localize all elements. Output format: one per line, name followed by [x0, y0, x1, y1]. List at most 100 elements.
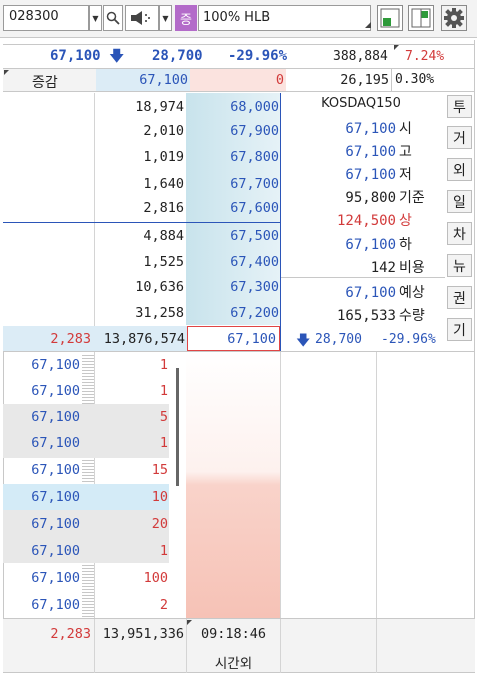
price-change: 28,700 [152, 48, 203, 64]
expected-label: 예상 [399, 285, 425, 301]
search-button[interactable] [103, 5, 123, 31]
trade-price: 67,100 [31, 543, 80, 559]
side-tab-label: 차 [453, 226, 466, 243]
info-row: 67,100 하 [290, 234, 440, 254]
open-price: 67,100 [345, 121, 396, 137]
footer-left-value: 2,283 [50, 626, 91, 642]
ask-price[interactable]: 67,400 [186, 254, 279, 270]
trade-qty: 1 [159, 543, 168, 559]
trade-price: 67,100 [31, 435, 80, 451]
trade-price: 67,100 [31, 383, 80, 399]
side-tab-label: 투 [453, 99, 466, 116]
corner-marker-icon [187, 620, 192, 625]
ask-qty: 1,019 [143, 149, 184, 165]
ask-price[interactable]: 67,700 [186, 176, 279, 192]
speaker-dropdown-button[interactable]: ▼ [159, 5, 172, 31]
trade-qty: 10 [151, 489, 168, 505]
sell-total: 67,100 [139, 72, 188, 88]
ask-price[interactable]: 67,600 [186, 200, 279, 216]
down-arrow-icon: 🡇 [296, 333, 311, 349]
side-tab-label: 권 [453, 290, 466, 307]
trade-qty: 20 [151, 516, 168, 532]
side-tab-label: 일 [453, 194, 466, 211]
margin-ratio: 100% [203, 10, 241, 25]
side-tab-label: 뉴 [453, 258, 466, 275]
current-qty: 13,876,574 [103, 331, 185, 347]
base-price: 95,800 [345, 190, 396, 206]
side-tab-rights[interactable]: 권 [447, 286, 472, 309]
info-row: 67,100 예상 [290, 282, 440, 302]
cost-value: 142 [370, 260, 396, 276]
trade-qty: 15 [151, 462, 168, 478]
side-tab-other[interactable]: 기 [447, 318, 472, 341]
stock-name-field: 100% HLB [198, 5, 371, 31]
side-tab-investor[interactable]: 투 [447, 95, 472, 118]
expected-price: 67,100 [345, 285, 396, 301]
split-layout-icon [411, 8, 431, 28]
turnover-rate: 7.24% [405, 49, 445, 64]
trade-price: 67,100 [31, 597, 80, 613]
expected-qty: 165,533 [336, 308, 396, 324]
code-dropdown-button[interactable]: ▼ [89, 5, 102, 31]
trade-price: 67,100 [31, 570, 80, 586]
ask-price[interactable]: 67,900 [186, 123, 279, 139]
layout-button-1[interactable] [377, 5, 403, 31]
down-arrow-icon: 🡇 [109, 47, 125, 65]
trade-price: 67,100 [31, 409, 80, 425]
upper-limit: 124,500 [336, 213, 396, 229]
speaker-icon [131, 11, 150, 25]
current-price: 67,100 [50, 48, 101, 64]
cost-label: 비용 [399, 260, 425, 276]
stock-code-input[interactable]: 028300 [3, 5, 89, 31]
ask-price[interactable]: 67,500 [186, 228, 279, 244]
side-tab-chart[interactable]: 차 [447, 222, 472, 245]
settings-button[interactable] [441, 5, 467, 31]
after-hours-button[interactable]: 시간외 [187, 652, 280, 672]
side-tab-daily[interactable]: 일 [447, 190, 472, 213]
ask-price[interactable]: 68,000 [186, 99, 279, 115]
low-label: 저 [399, 167, 412, 183]
footer-time: 09:18:46 [200, 626, 267, 642]
info-row: 67,100 저 [290, 164, 440, 184]
side-tab-label: 기 [453, 322, 466, 339]
trade-qty: 1 [159, 435, 168, 451]
ask-qty: 1,525 [143, 254, 184, 270]
row2-right-value: 26,195 [340, 72, 389, 88]
trade-qty: 5 [159, 409, 168, 425]
trade-price: 67,100 [31, 489, 80, 505]
trade-price: 67,100 [31, 357, 80, 373]
high-price: 67,100 [345, 144, 396, 160]
ask-price[interactable]: 67,800 [186, 149, 279, 165]
lower-label: 하 [399, 237, 412, 253]
info-row: 67,100 고 [290, 141, 440, 161]
market-badge-text: 증 [180, 12, 192, 28]
info-row: 142 비용 [290, 257, 440, 277]
trade-qty: 100 [143, 570, 168, 586]
change-rate: -29.96% [228, 48, 288, 64]
market-badge: 증 [175, 5, 197, 31]
ask-qty: 2,816 [143, 200, 184, 216]
corner-marker-icon [394, 45, 399, 50]
side-tab-broker[interactable]: 거 [447, 126, 472, 149]
lower-limit: 67,100 [345, 237, 396, 253]
trade-qty: 1 [159, 357, 168, 373]
open-label: 시 [399, 121, 412, 137]
ask-rows: 18,974 68,000 2,010 67,900 1,019 67,800 … [3, 93, 281, 325]
ask-price[interactable]: 67,300 [186, 279, 279, 295]
side-tab-foreign[interactable]: 외 [447, 158, 472, 181]
corner-marker-icon [4, 70, 9, 75]
ask-qty: 10,636 [135, 279, 184, 295]
ask-price[interactable]: 67,200 [186, 305, 279, 321]
info-change: 28,700 [315, 332, 362, 347]
side-tab-label: 외 [453, 162, 466, 179]
high-label: 고 [399, 144, 412, 160]
speaker-button[interactable] [125, 5, 159, 31]
side-tab-news[interactable]: 뉴 [447, 254, 472, 277]
layout-button-2[interactable] [408, 5, 434, 31]
upper-label: 상 [399, 213, 412, 229]
trade-price: 67,100 [31, 462, 80, 478]
info-row: 165,533 수량 [290, 305, 440, 325]
expected-qty-label: 수량 [399, 308, 425, 324]
corner-marker-icon [365, 22, 371, 28]
info-row: 95,800 기준 [290, 187, 440, 207]
